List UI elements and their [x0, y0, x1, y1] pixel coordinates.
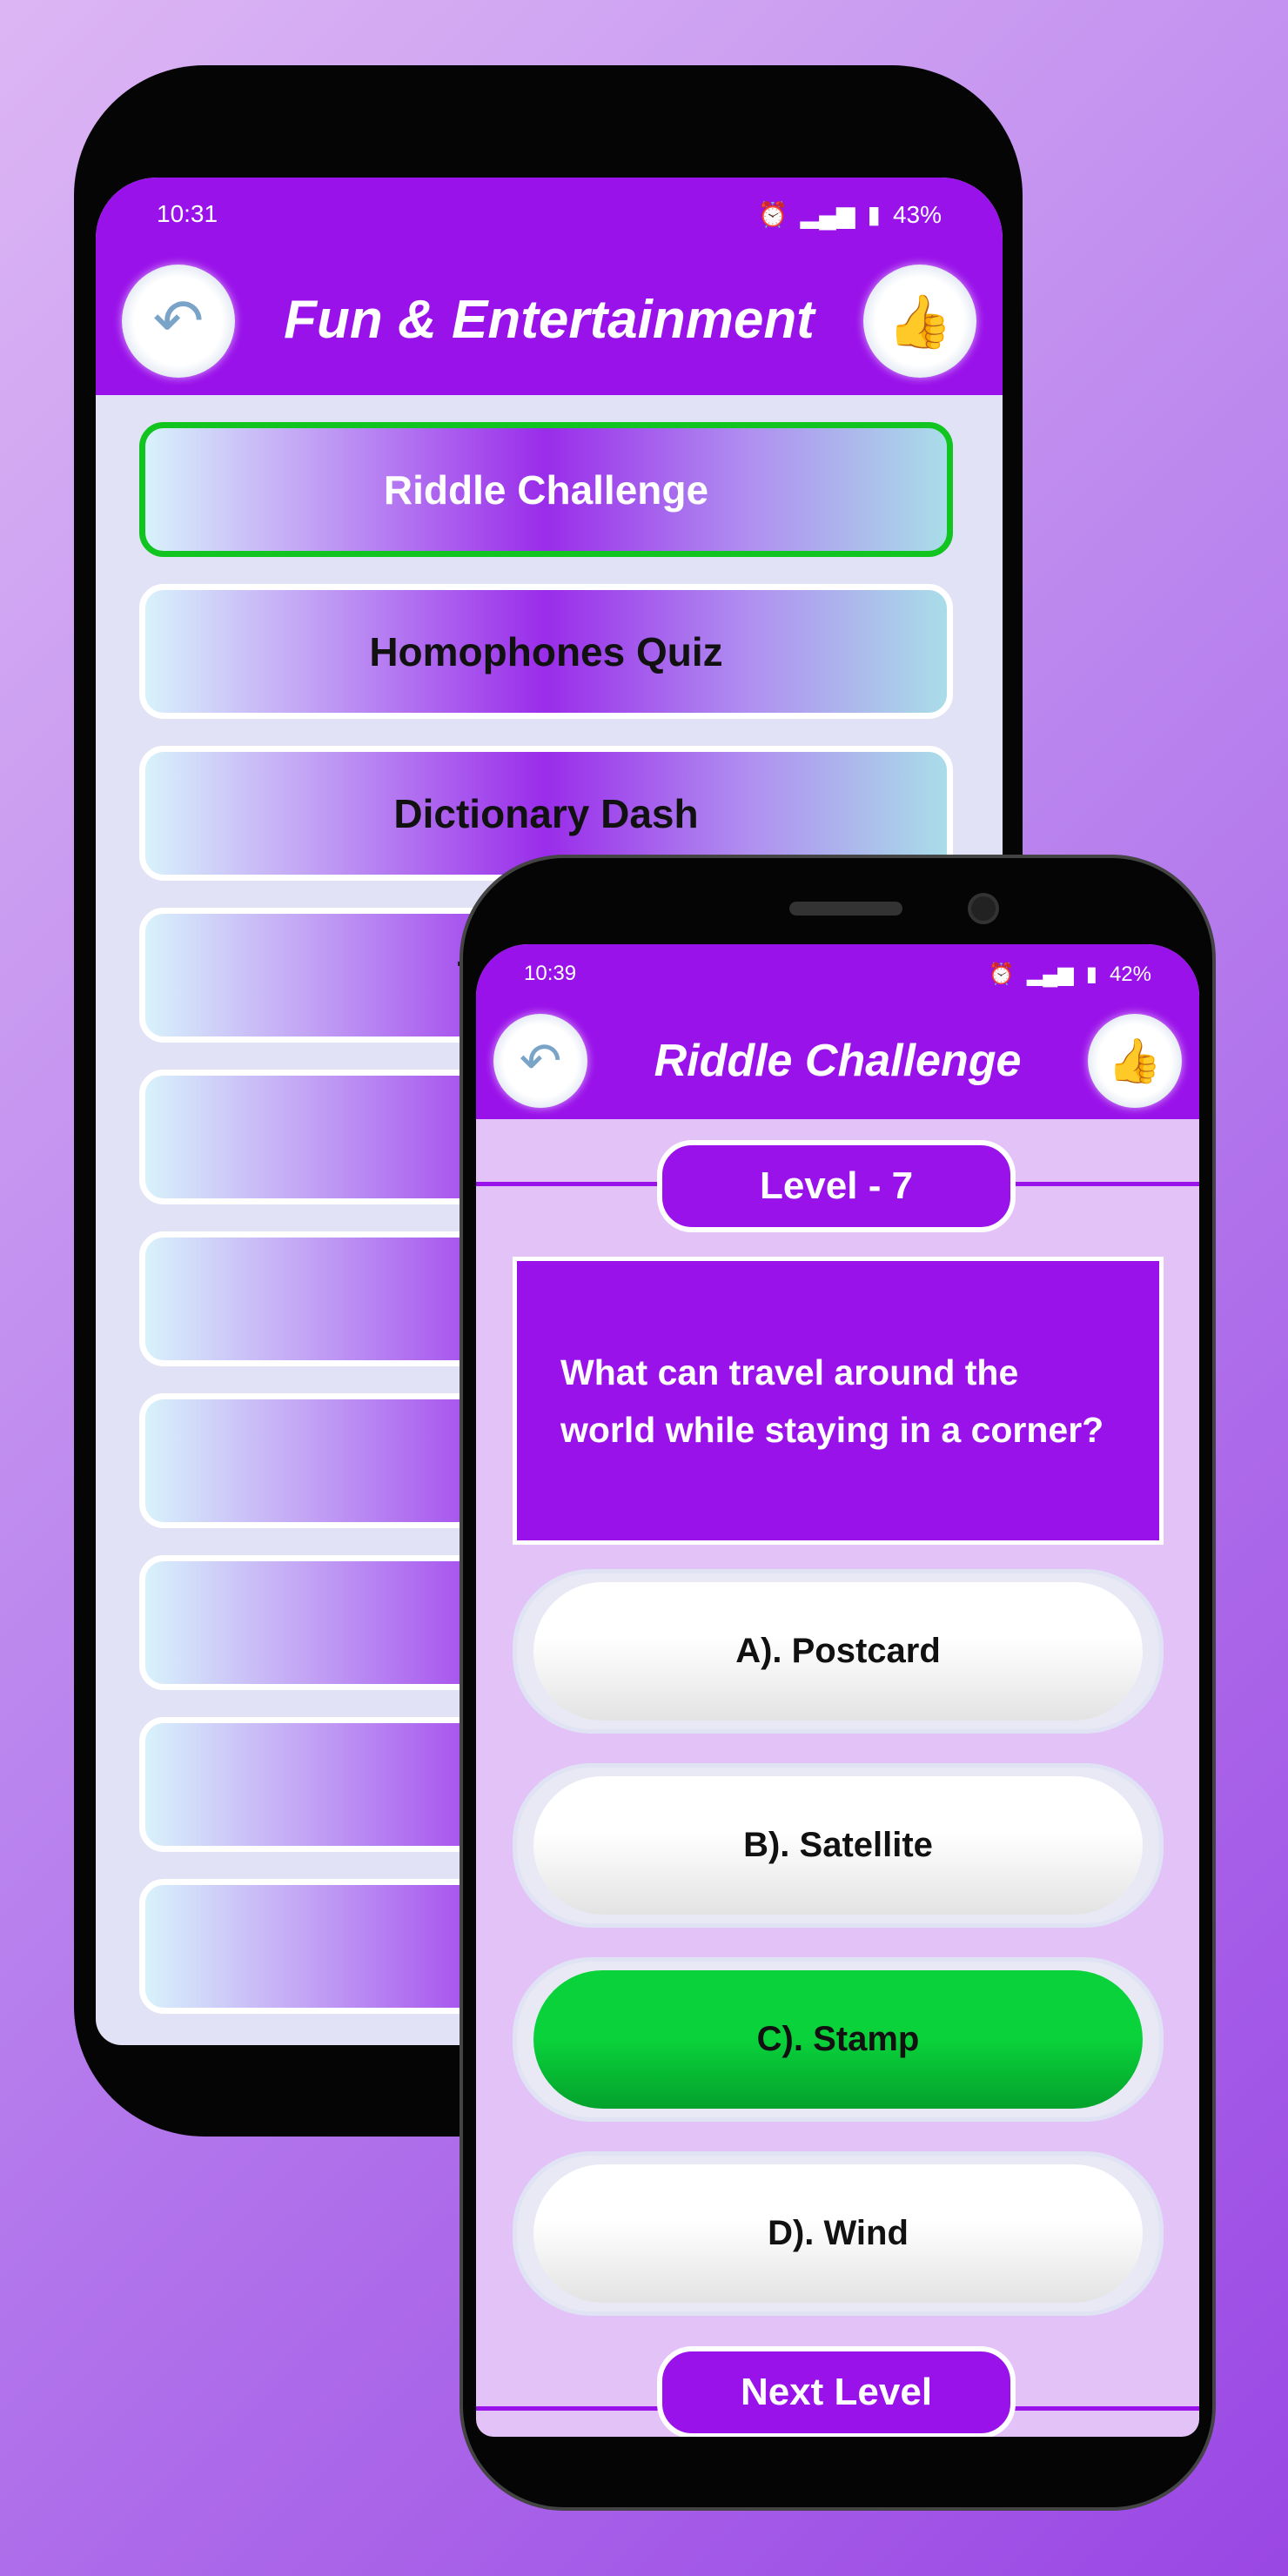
- battery-icon: ▮: [1085, 963, 1097, 986]
- speaker-grille: [789, 902, 902, 916]
- answer-option-label: C). Stamp: [533, 1970, 1143, 2109]
- like-button[interactable]: 👍: [863, 265, 976, 378]
- answer-option[interactable]: B). Satellite: [513, 1763, 1164, 1928]
- thumbs-up-icon: 👍: [887, 292, 953, 351]
- battery-level: 43%: [892, 200, 942, 228]
- status-bar: 10:39 ⏰ ▂▄▆ ▮ 42%: [476, 962, 1199, 987]
- answer-option[interactable]: D). Wind: [513, 2151, 1164, 2316]
- status-time: 10:39: [524, 962, 577, 985]
- answer-option[interactable]: C). Stamp: [513, 1957, 1164, 2122]
- battery-icon: ▮: [867, 201, 881, 228]
- list-item[interactable]: Homophones Quiz: [139, 584, 953, 719]
- signal-icon: ▂▄▆: [800, 201, 855, 228]
- question-text: What can travel around the world while s…: [560, 1352, 1104, 1450]
- status-time: 10:31: [157, 200, 218, 227]
- battery-level: 42%: [1109, 962, 1151, 986]
- question-box: What can travel around the world while s…: [513, 1257, 1164, 1545]
- next-level-button[interactable]: Next Level: [657, 2346, 1016, 2437]
- camera-icon: [968, 893, 999, 924]
- answer-option[interactable]: A). Postcard: [513, 1569, 1164, 1734]
- front-screen: 10:39 ⏰ ▂▄▆ ▮ 42% ↶ Riddle Challenge 👍 Leve…: [476, 944, 1199, 2437]
- like-button[interactable]: 👍: [1088, 1014, 1182, 1108]
- alarm-icon: ⏰: [988, 963, 1015, 986]
- level-badge: Level - 7: [657, 1140, 1016, 1232]
- list-item[interactable]: Riddle Challenge: [139, 422, 953, 557]
- alarm-icon: ⏰: [757, 201, 788, 228]
- answer-option-label: A). Postcard: [533, 1582, 1143, 1721]
- answer-option-label: B). Satellite: [533, 1776, 1143, 1915]
- answer-option-label: D). Wind: [533, 2164, 1143, 2303]
- signal-icon: ▂▄▆: [1026, 963, 1074, 986]
- status-bar: 10:31 ⏰ ▂▄▆ ▮ 43%: [96, 200, 1003, 229]
- thumbs-up-icon: 👍: [1107, 1036, 1163, 1085]
